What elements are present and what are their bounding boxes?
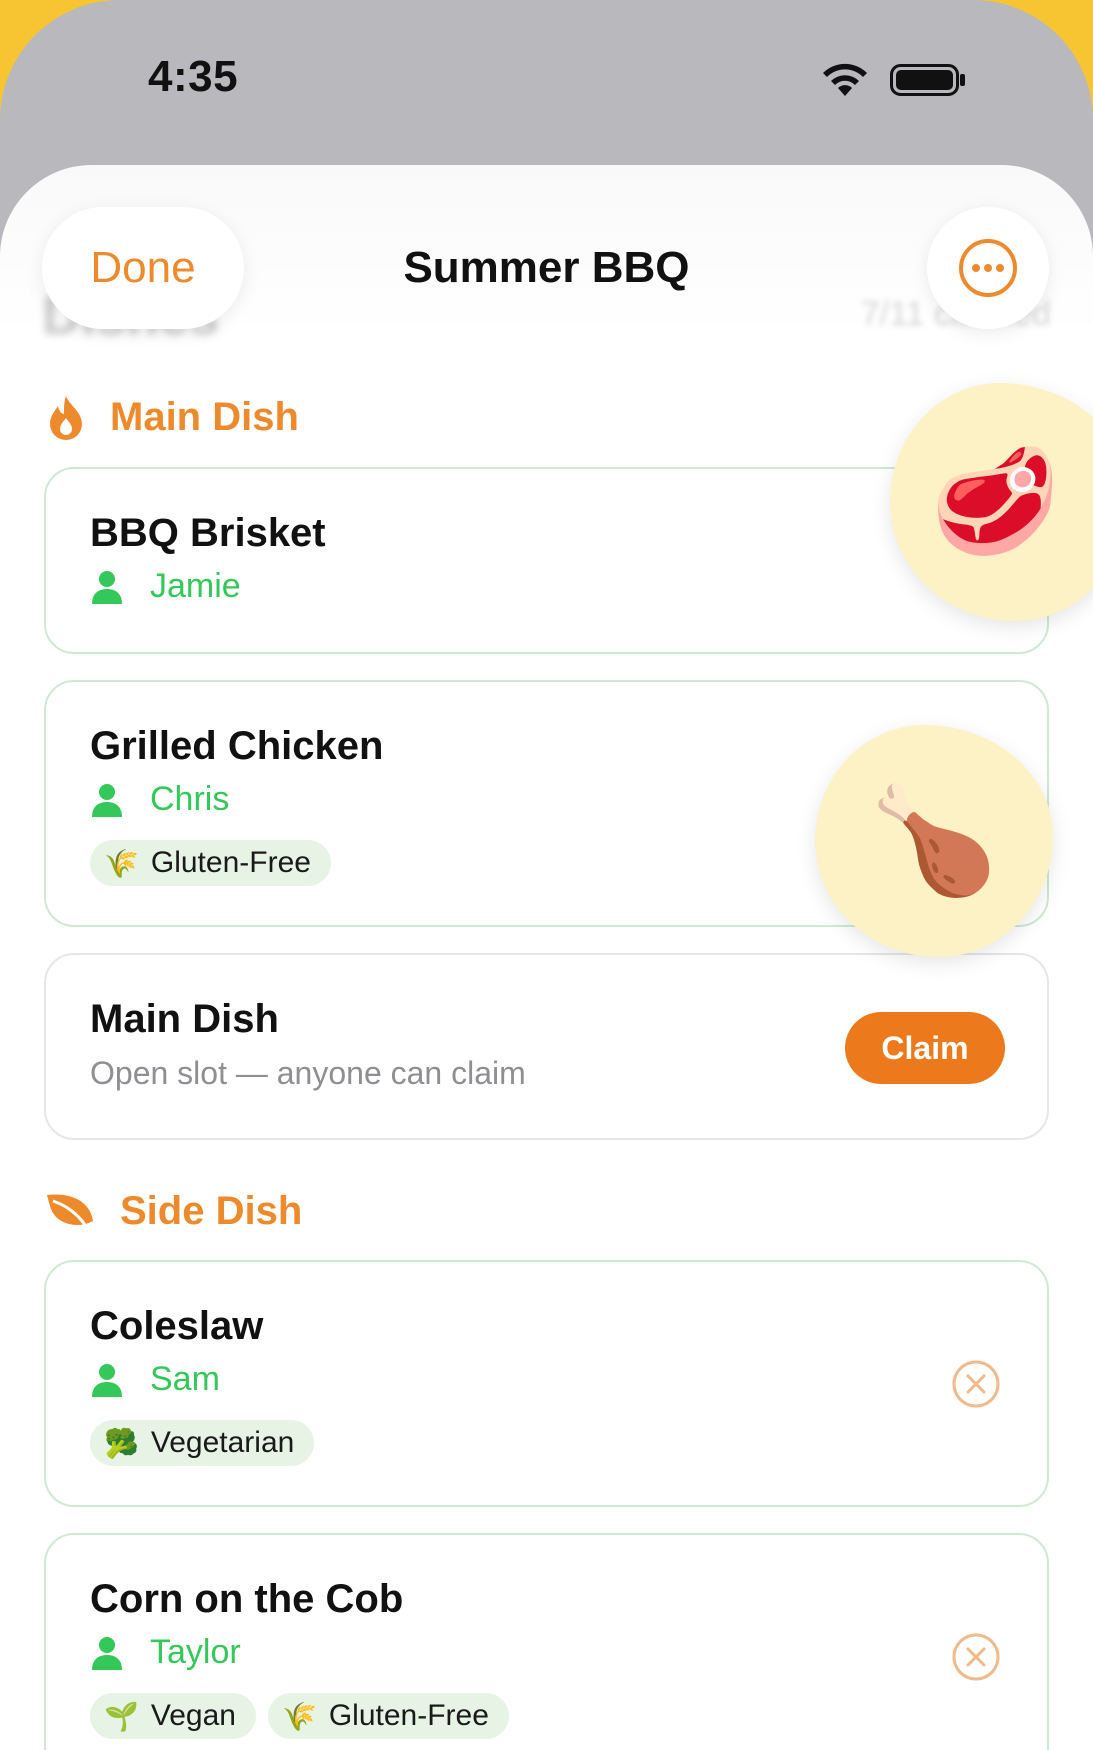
steak-sticker-icon: 🥩 bbox=[930, 443, 1060, 560]
ellipsis-circle-icon bbox=[959, 239, 1017, 297]
status-time: 4:35 bbox=[148, 52, 239, 101]
leaf-icon bbox=[44, 1187, 96, 1235]
claimer-name: Chris bbox=[150, 780, 230, 818]
drumstick-sticker-icon: 🍗 bbox=[869, 782, 999, 899]
dietary-tag: 🌱 Vegan bbox=[90, 1693, 256, 1739]
dietary-tag: 🌾 Gluten-Free bbox=[90, 840, 331, 886]
broccoli-icon: 🥦 bbox=[104, 1427, 139, 1459]
dish-card-corn-on-the-cob[interactable]: Corn on the Cob Taylor 🌱 Vegan 🌾 Gluten-… bbox=[44, 1533, 1049, 1750]
dish-card-open-slot[interactable]: Main Dish Open slot — anyone can claim C… bbox=[44, 953, 1049, 1140]
dish-name: BBQ Brisket bbox=[90, 511, 326, 555]
tag-label: Gluten-Free bbox=[150, 846, 311, 879]
claimer-name: Taylor bbox=[150, 1633, 241, 1671]
dish-claimer: Chris bbox=[90, 780, 229, 819]
dish-name: Grilled Chicken bbox=[90, 724, 384, 768]
claimer-name: Jamie bbox=[150, 567, 241, 605]
tag-label: Vegan bbox=[150, 1699, 236, 1732]
wheat-icon: 🌾 bbox=[281, 1700, 317, 1732]
dietary-tags: 🌾 Gluten-Free bbox=[90, 840, 331, 886]
wifi-icon bbox=[823, 63, 867, 96]
wheat-icon: 🌾 bbox=[104, 847, 139, 879]
device-frame: 4:35 Dishes 7/11 claimed Done Summer BBQ bbox=[0, 0, 1093, 1750]
seedling-icon: 🌱 bbox=[104, 1700, 139, 1732]
dish-claimer: Jamie bbox=[90, 567, 241, 606]
dish-name: Corn on the Cob bbox=[90, 1577, 404, 1621]
dish-claimer: Taylor bbox=[90, 1633, 241, 1672]
drumstick-sticker[interactable]: 🍗 bbox=[815, 725, 1053, 957]
battery-icon bbox=[890, 64, 965, 96]
claimer-name: Sam bbox=[150, 1360, 220, 1398]
tag-label: Vegetarian bbox=[150, 1426, 295, 1459]
section-header-side-dish: Side Dish bbox=[44, 1187, 302, 1235]
dish-card-coleslaw[interactable]: Coleslaw Sam 🥦 Vegetarian bbox=[44, 1260, 1049, 1507]
claim-button[interactable]: Claim bbox=[845, 1012, 1005, 1084]
dietary-tags: 🥦 Vegetarian bbox=[90, 1420, 315, 1466]
open-slot-subtitle: Open slot — anyone can claim bbox=[90, 1055, 526, 1091]
dish-name: Main Dish bbox=[90, 997, 279, 1041]
person-icon bbox=[92, 1363, 122, 1397]
dietary-tag: 🌾 Gluten-Free bbox=[267, 1693, 509, 1739]
dishes-sheet: Dishes 7/11 claimed Done Summer BBQ bbox=[0, 165, 1093, 1750]
section-title: Side Dish bbox=[120, 1188, 303, 1233]
dietary-tag: 🥦 Vegetarian bbox=[90, 1420, 315, 1466]
section-title: Main Dish bbox=[110, 394, 299, 439]
person-icon bbox=[92, 570, 122, 604]
sheet-nav-bar: Dishes 7/11 claimed Done Summer BBQ bbox=[0, 165, 1093, 346]
dish-claimer: Sam bbox=[90, 1360, 220, 1399]
more-options-button[interactable] bbox=[927, 207, 1049, 329]
dish-name: Coleslaw bbox=[90, 1304, 264, 1348]
person-icon bbox=[92, 1636, 122, 1670]
dietary-tags: 🌱 Vegan 🌾 Gluten-Free bbox=[90, 1693, 509, 1739]
person-icon bbox=[92, 783, 122, 817]
unclaim-x-circle-icon[interactable] bbox=[951, 1632, 1001, 1682]
section-header-main-dish: Main Dish bbox=[44, 393, 299, 441]
status-bar: 4:35 bbox=[0, 0, 1093, 160]
flame-icon bbox=[44, 393, 88, 441]
tag-label: Gluten-Free bbox=[328, 1699, 489, 1732]
unclaim-x-circle-icon[interactable] bbox=[951, 1359, 1001, 1409]
